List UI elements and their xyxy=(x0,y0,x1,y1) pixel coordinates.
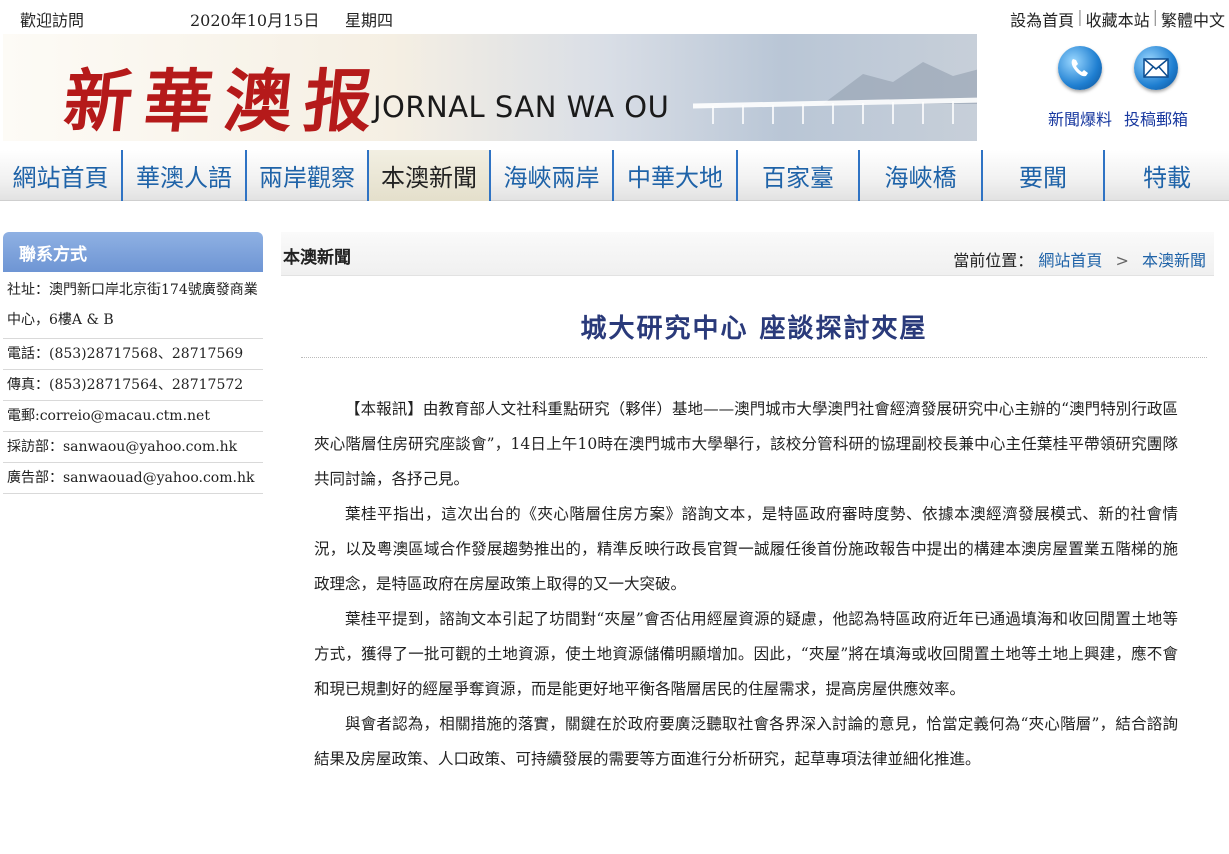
top-bar: 歡迎訪問 2020年10月15日 星期四 設為首頁 | 收藏本站 | 繁體中文 xyxy=(0,0,1229,34)
logo-english: JORNAL SAN WA OU xyxy=(373,90,670,124)
submission-mailbox-label[interactable]: 投稿郵箱 xyxy=(1116,106,1196,130)
bookmark-link[interactable]: 收藏本站 xyxy=(1086,7,1150,31)
contact-ads-email: 廣告部：sanwaouad@yahoo.com.hk xyxy=(3,463,263,494)
article-paragraph: 【本報訊】由教育部人文社科重點研究（夥伴）基地——澳門城市大學澳門社會經濟發展研… xyxy=(314,400,1178,488)
nav-item-china[interactable]: 中華大地 xyxy=(614,150,738,201)
separator: | xyxy=(1077,7,1083,26)
nav-item-strait-bridge[interactable]: 海峽橋 xyxy=(860,150,983,201)
article-body: 【本報訊】由教育部人文社科重點研究（夥伴）基地——澳門城市大學澳門社會經濟發展研… xyxy=(314,392,1178,777)
bridge-graphic xyxy=(693,97,977,124)
nav-item-local-news[interactable]: 本澳新聞 xyxy=(369,150,491,201)
sidebar-title: 聯系方式 xyxy=(3,232,263,272)
contact-interview-email: 採訪部：sanwaou@yahoo.com.hk xyxy=(3,432,263,463)
main-content: 本澳新聞 當前位置： 網站首頁 > 本澳新聞 城大研究中心 座談探討夾屋 【本報… xyxy=(281,232,1214,768)
breadcrumb: 當前位置： 網站首頁 > 本澳新聞 xyxy=(953,247,1206,271)
breadcrumb-current-link[interactable]: 本澳新聞 xyxy=(1142,251,1206,270)
separator: | xyxy=(1152,7,1158,26)
site-banner: 新華澳报 JORNAL SAN WA OU xyxy=(3,34,977,141)
article-paragraph: 葉桂平指出，這次出台的《夾心階層住房方案》諮詢文本，是特區政府審時度勢、依據本澳… xyxy=(314,505,1178,593)
set-homepage-link[interactable]: 設為首頁 xyxy=(1010,7,1074,31)
nav-item-cross-strait-observation[interactable]: 兩岸觀察 xyxy=(247,150,369,201)
logo-chinese[interactable]: 新華澳报 xyxy=(60,46,390,141)
nav-item-straits[interactable]: 海峽兩岸 xyxy=(491,150,614,201)
nav-item-headlines[interactable]: 要聞 xyxy=(983,150,1105,201)
main-nav: 網站首頁 華澳人語 兩岸觀察 本澳新聞 海峽兩岸 中華大地 百家臺 海峽橋 要聞… xyxy=(0,150,1229,201)
breadcrumb-label: 當前位置： xyxy=(953,251,1034,270)
breadcrumb-home-link[interactable]: 網站首頁 xyxy=(1038,251,1102,270)
submission-mailbox-service[interactable]: 投稿郵箱 xyxy=(1116,46,1196,130)
contact-fax: 傳真：(853)28717564、28717572 xyxy=(3,370,263,401)
news-tip-service[interactable]: 新聞爆料 xyxy=(1040,46,1120,130)
mail-icon[interactable] xyxy=(1134,46,1178,90)
nav-item-huaao[interactable]: 華澳人語 xyxy=(123,150,247,201)
contact-phone: 電話：(853)28717568、28717569 xyxy=(3,339,263,370)
welcome-text: 歡迎訪問 xyxy=(20,11,85,30)
section-title: 本澳新聞 xyxy=(283,248,351,268)
contact-address: 社址：澳門新口岸北京街174號廣發商業中心，6樓A & B xyxy=(3,272,263,339)
date-text: 2020年10月15日 xyxy=(190,11,320,30)
traditional-chinese-link[interactable]: 繁體中文 xyxy=(1161,7,1225,31)
nav-item-hundred-schools[interactable]: 百家臺 xyxy=(738,150,860,201)
section-bar: 本澳新聞 當前位置： 網站首頁 > 本澳新聞 xyxy=(281,232,1214,276)
nav-item-home[interactable]: 網站首頁 xyxy=(0,150,123,201)
nav-item-features[interactable]: 特載 xyxy=(1105,150,1229,201)
divider xyxy=(301,357,1207,358)
article-headline: 城大研究中心 座談探討夾屋 xyxy=(580,314,928,344)
article-paragraph: 與會者認為，相關措施的落實，關鍵在於政府要廣泛聽取社會各界深入討論的意見，恰當定… xyxy=(314,715,1178,768)
contact-sidebar: 聯系方式 社址：澳門新口岸北京街174號廣發商業中心，6樓A & B 電話：(8… xyxy=(3,232,263,494)
contact-email: 電郵:correio@macau.ctm.net xyxy=(3,401,263,432)
top-links: 設為首頁 | 收藏本站 | 繁體中文 xyxy=(1010,7,1225,31)
breadcrumb-arrow: > xyxy=(1115,251,1129,270)
news-tip-label[interactable]: 新聞爆料 xyxy=(1040,106,1120,130)
phone-icon[interactable] xyxy=(1058,46,1102,90)
article-paragraph: 葉桂平提到，諮詢文本引起了坊間對“夾屋”會否佔用經屋資源的疑慮，他認為特區政府近… xyxy=(314,610,1178,698)
weekday-text: 星期四 xyxy=(345,11,394,30)
